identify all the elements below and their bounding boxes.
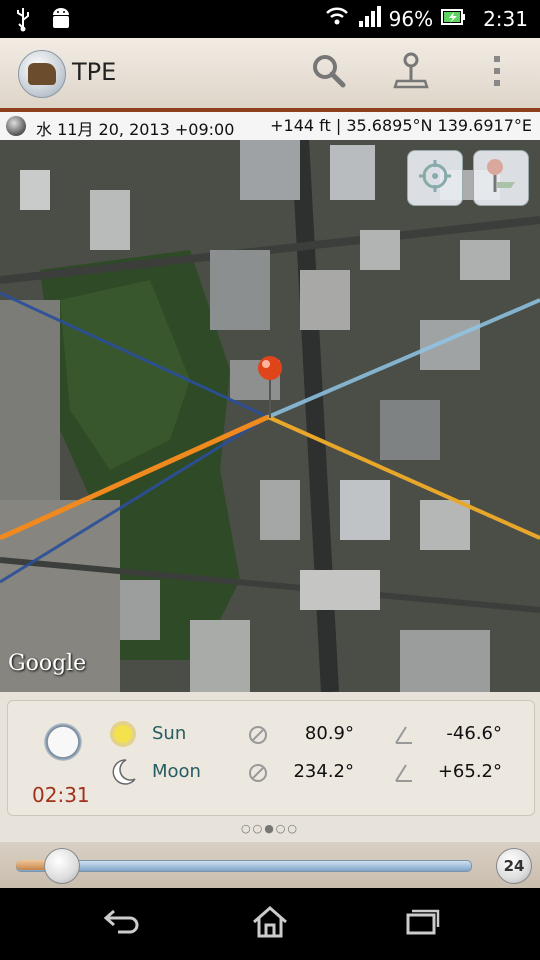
map-view[interactable]: + − Google bbox=[0, 140, 540, 692]
status-bar: 96% 2:31 bbox=[0, 0, 540, 38]
elevation-icon bbox=[394, 761, 414, 787]
moon-elevation: +65.2° bbox=[437, 761, 502, 782]
azimuth-icon bbox=[248, 725, 268, 749]
my-location-button[interactable] bbox=[407, 150, 463, 206]
clock-time: 2:31 bbox=[483, 6, 528, 31]
slider-knob[interactable] bbox=[44, 848, 80, 884]
app-title: TPE bbox=[72, 58, 117, 86]
moon-row: Moon 234.2° +65.2° bbox=[108, 755, 528, 789]
slider-track[interactable] bbox=[16, 860, 472, 872]
sun-azimuth: 80.9° bbox=[304, 723, 354, 744]
battery-percent: 96% bbox=[388, 6, 434, 31]
android-icon bbox=[50, 6, 72, 36]
signal-icon bbox=[357, 5, 381, 32]
location-pin-icon bbox=[393, 51, 429, 95]
elevation-icon bbox=[394, 723, 414, 749]
overflow-menu-button[interactable] bbox=[474, 50, 520, 96]
info-bar: 水 11月 20, 2013 +09:00 +144 ft | 35.6895°… bbox=[0, 112, 540, 141]
moon-azimuth: 234.2° bbox=[293, 761, 354, 782]
app-logo[interactable] bbox=[18, 50, 66, 98]
pin-icon bbox=[483, 156, 519, 200]
my-location-icon bbox=[417, 158, 453, 198]
overflow-menu-icon bbox=[492, 54, 502, 92]
search-button[interactable] bbox=[306, 50, 352, 96]
sun-elevation: -46.6° bbox=[446, 723, 502, 744]
sun-icon bbox=[108, 719, 138, 753]
sun-moon-card[interactable]: 02:31 Sun 80.9° -46.6° Moon 234.2° +65.2… bbox=[7, 700, 535, 816]
back-button[interactable] bbox=[90, 902, 150, 946]
home-button[interactable] bbox=[240, 902, 300, 946]
azimuth-icon bbox=[248, 763, 268, 787]
google-watermark: Google bbox=[8, 651, 87, 676]
recents-icon bbox=[400, 907, 440, 941]
wifi-icon bbox=[325, 6, 349, 31]
24h-button[interactable]: 24 bbox=[496, 848, 532, 884]
time-slider[interactable]: 24 bbox=[0, 842, 540, 888]
location-button[interactable] bbox=[388, 50, 434, 96]
sun-label: Sun bbox=[152, 723, 187, 744]
pin-button[interactable] bbox=[473, 150, 529, 206]
home-icon bbox=[250, 905, 290, 943]
back-icon bbox=[100, 907, 140, 941]
moon-phase-icon bbox=[6, 116, 26, 136]
app-bar: TPE bbox=[0, 38, 540, 112]
battery-icon bbox=[441, 7, 466, 31]
location-readout: +144 ft | 35.6895°N 139.6917°E bbox=[270, 116, 532, 135]
moon-icon bbox=[108, 757, 138, 791]
recents-button[interactable] bbox=[390, 902, 450, 946]
search-icon bbox=[311, 53, 347, 93]
satellite-imagery bbox=[0, 140, 540, 692]
moon-label: Moon bbox=[152, 761, 201, 782]
info-panel: 02:31 Sun 80.9° -46.6° Moon 234.2° +65.2… bbox=[0, 692, 540, 842]
usb-icon bbox=[14, 6, 32, 36]
navigation-bar bbox=[0, 888, 540, 960]
panel-time: 02:31 bbox=[32, 783, 90, 807]
date-time[interactable]: 水 11月 20, 2013 +09:00 bbox=[36, 116, 234, 140]
clock-icon[interactable] bbox=[44, 723, 82, 761]
sun-row: Sun 80.9° -46.6° bbox=[108, 717, 528, 751]
page-indicator: ○○●○○ bbox=[241, 822, 299, 835]
